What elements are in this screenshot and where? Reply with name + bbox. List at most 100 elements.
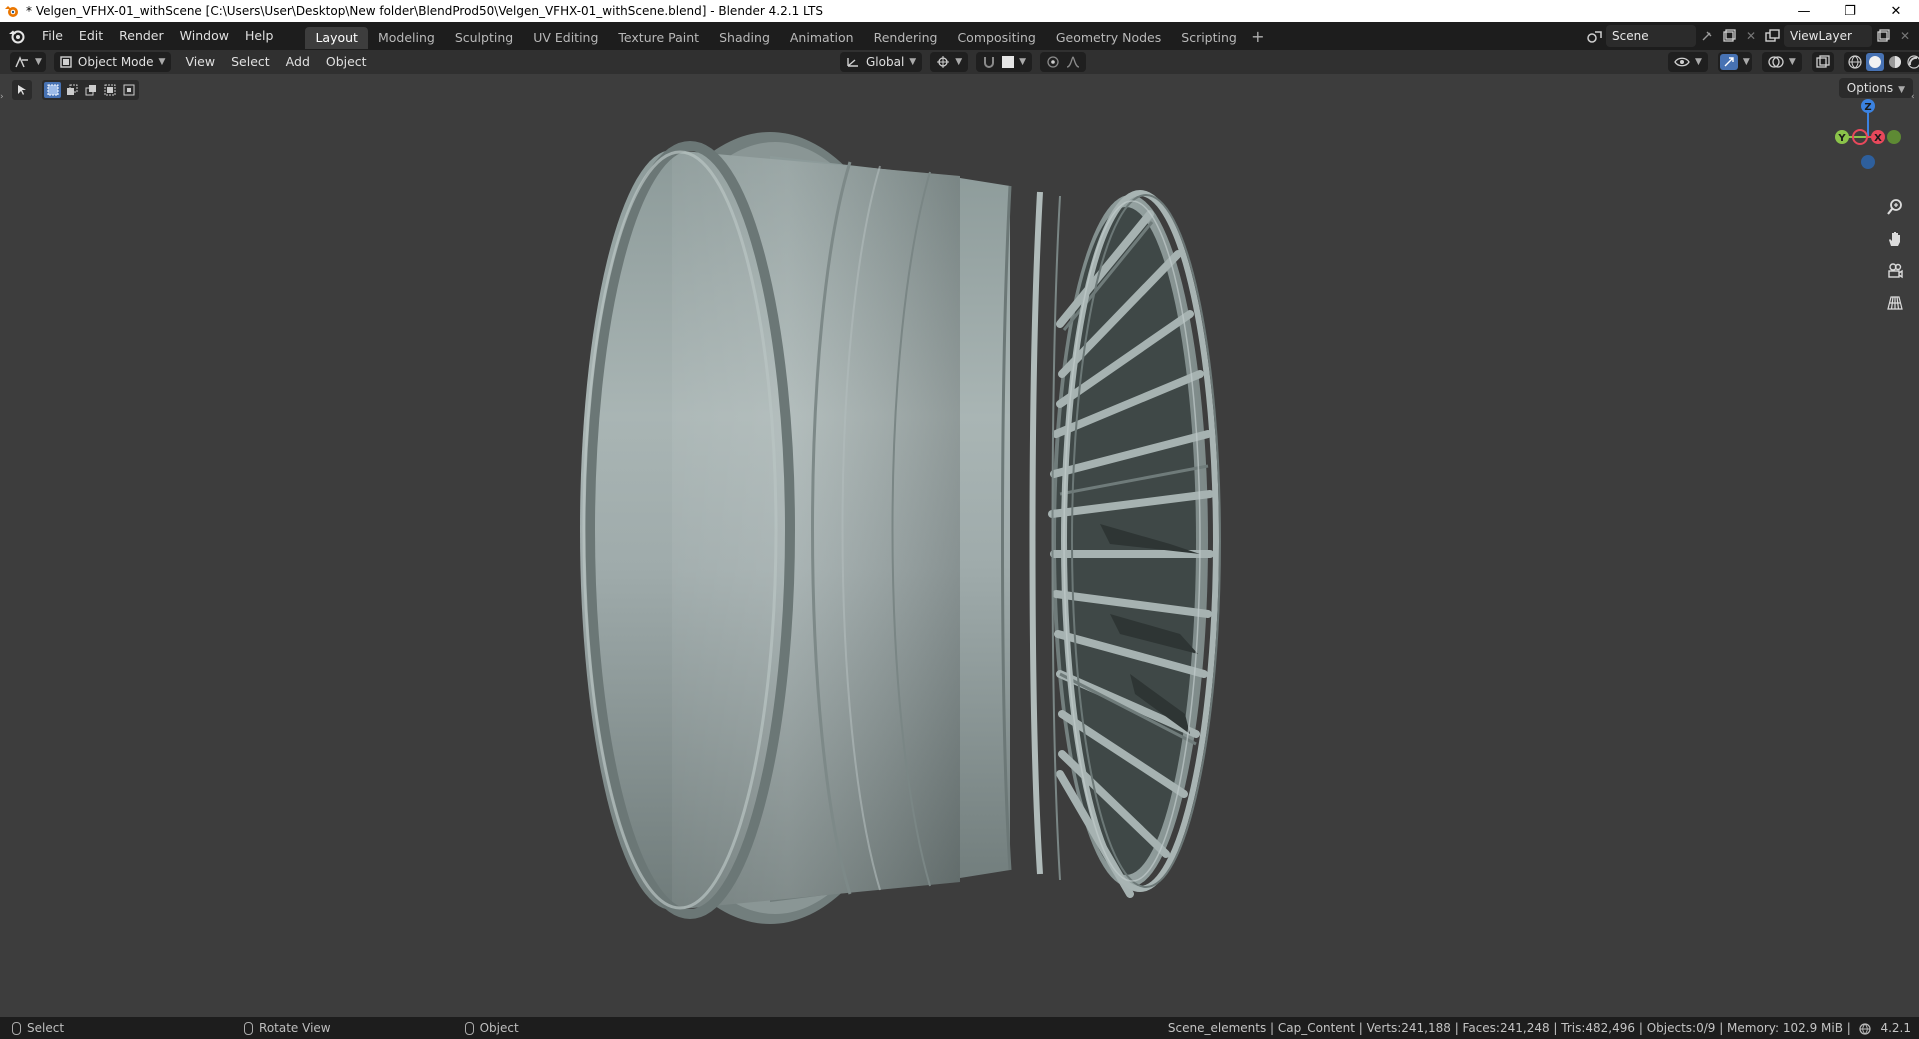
tool-header-row [12, 80, 139, 100]
object-mode-dropdown[interactable]: Object Mode ▼ [53, 52, 172, 72]
tab-animation[interactable]: Animation [780, 27, 864, 49]
pivot-icon [937, 56, 950, 68]
tab-sculpting[interactable]: Sculpting [445, 27, 523, 49]
status-object-hint: Object [464, 1021, 519, 1035]
menu-help[interactable]: Help [237, 22, 282, 50]
mouse-middle-icon [244, 1021, 254, 1035]
workspace-tabs: Layout Modeling Sculpting UV Editing Tex… [305, 22, 1268, 50]
tab-uv-editing[interactable]: UV Editing [523, 27, 608, 49]
window-titlebar: * Velgen_VFHX-01_withScene [C:\Users\Use… [0, 0, 1919, 22]
mouse-left-icon [12, 1021, 21, 1035]
scene-selector: Scene ✕ [1584, 25, 1762, 47]
viewport-3d[interactable]: Options ▼ Z Y X › ‹ [0, 74, 1919, 1017]
blender-icon [5, 6, 18, 17]
proportional-edit-icon [1047, 56, 1059, 68]
menu-window[interactable]: Window [172, 22, 237, 50]
object-mode-label: Object Mode [77, 55, 154, 69]
menu-select[interactable]: Select [223, 52, 278, 72]
camera-view-icon[interactable] [1882, 258, 1908, 284]
maximize-button[interactable]: ❐ [1827, 0, 1873, 22]
select-extend-icon[interactable] [63, 82, 80, 98]
menu-add[interactable]: Add [278, 52, 318, 72]
y-axis-label: Y [1837, 133, 1846, 144]
status-rotate-label: Rotate View [259, 1021, 331, 1035]
window-title: * Velgen_VFHX-01_withScene [C:\Users\Use… [26, 4, 823, 18]
menu-edit[interactable]: Edit [71, 22, 111, 50]
tab-rendering[interactable]: Rendering [864, 27, 948, 49]
overlays-icon [1768, 56, 1784, 68]
tab-shading[interactable]: Shading [709, 27, 780, 49]
status-select-label: Select [27, 1021, 65, 1035]
mouse-right-icon [464, 1021, 474, 1035]
overlays-toggle[interactable]: ▼ [1761, 52, 1802, 72]
delete-view-layer-icon[interactable]: ✕ [1894, 25, 1916, 47]
view-layer-field[interactable]: ViewLayer [1784, 25, 1872, 47]
sidebar-expand-icon[interactable]: ‹ [1911, 92, 1917, 106]
menu-object[interactable]: Object [318, 52, 375, 72]
navigation-buttons [1882, 194, 1908, 316]
navigation-gizmo[interactable]: Z Y X [1826, 96, 1906, 176]
falloff-icon [1066, 56, 1080, 68]
menu-view[interactable]: View [177, 52, 223, 72]
transform-orientation-dropdown[interactable]: Global ▼ [840, 52, 923, 72]
shading-modes: ▼ [1843, 52, 1919, 72]
xray-toggle[interactable] [1811, 52, 1834, 72]
tab-geometry-nodes[interactable]: Geometry Nodes [1046, 27, 1171, 49]
tab-modeling[interactable]: Modeling [368, 27, 445, 49]
close-button[interactable]: ✕ [1873, 0, 1919, 22]
minimize-button[interactable]: — [1781, 0, 1827, 22]
wireframe-shading-icon[interactable] [1847, 54, 1863, 70]
scene-icon[interactable] [1584, 25, 1606, 47]
wheel-model [580, 132, 1221, 924]
proportional-edit-dropdown[interactable] [1040, 52, 1087, 72]
new-view-layer-icon[interactable] [1872, 25, 1894, 47]
menu-render[interactable]: Render [111, 22, 172, 50]
pin-icon[interactable] [1696, 25, 1718, 47]
cursor-icon [18, 85, 26, 95]
select-intersect-icon[interactable] [120, 82, 137, 98]
new-scene-icon[interactable] [1718, 25, 1740, 47]
status-select-hint: Select [12, 1021, 64, 1035]
tab-compositing[interactable]: Compositing [947, 27, 1045, 49]
stats-text: Scene_elements | Cap_Content | Verts:241… [1167, 1021, 1851, 1035]
tab-texture-paint[interactable]: Texture Paint [608, 27, 709, 49]
rendered-shading-icon[interactable] [1906, 54, 1919, 70]
x-axis-label: X [1874, 133, 1882, 144]
delete-scene-icon[interactable]: ✕ [1740, 25, 1762, 47]
add-workspace-button[interactable]: + [1247, 27, 1269, 46]
viewport-header: ▼ Object Mode ▼ View Select Add Object G… [0, 50, 1919, 74]
pan-hand-icon[interactable] [1882, 226, 1908, 252]
view-layer-selector: ViewLayer ✕ [1762, 25, 1916, 47]
status-rotate-hint: Rotate View [244, 1021, 331, 1035]
view-layer-icon[interactable] [1762, 25, 1784, 47]
select-new-icon[interactable] [44, 82, 61, 98]
pivot-point-dropdown[interactable]: ▼ [930, 52, 969, 72]
solid-shading-icon[interactable] [1865, 53, 1884, 71]
gizmo-toggle[interactable]: ▼ [1717, 52, 1752, 72]
version-label: 4.2.1 [1880, 1021, 1911, 1035]
perspective-grid-icon[interactable] [1882, 290, 1908, 316]
neg-z-axis-icon[interactable] [1861, 155, 1875, 169]
select-invert-icon[interactable] [101, 82, 118, 98]
visibility-dropdown[interactable]: ▼ [1668, 52, 1708, 72]
tab-layout[interactable]: Layout [305, 27, 368, 49]
top-bar: File Edit Render Window Help Layout Mode… [0, 22, 1919, 50]
editor-type-button[interactable]: ▼ [10, 52, 46, 72]
options-label: Options [1846, 81, 1894, 95]
material-preview-icon[interactable] [1887, 54, 1903, 70]
menu-file[interactable]: File [34, 22, 71, 50]
tab-scripting[interactable]: Scripting [1171, 27, 1247, 49]
select-subtract-icon[interactable] [82, 82, 99, 98]
selection-mode-group [42, 80, 139, 100]
xray-icon [1816, 55, 1830, 68]
select-tool-button[interactable] [12, 80, 32, 100]
neg-y-axis-icon[interactable] [1887, 130, 1901, 144]
zoom-icon[interactable] [1882, 194, 1908, 220]
scene-name: Scene [1612, 29, 1649, 43]
scene-name-field[interactable]: Scene [1606, 25, 1696, 47]
scene-statistics: Scene_elements | Cap_Content | Verts:241… [1168, 1021, 1911, 1035]
blender-logo-icon[interactable] [8, 27, 26, 45]
toolbar-expand-icon[interactable]: › [0, 92, 6, 106]
options-dropdown[interactable]: Options ▼ [1838, 78, 1913, 98]
snap-dropdown[interactable]: ▼ [976, 52, 1033, 72]
